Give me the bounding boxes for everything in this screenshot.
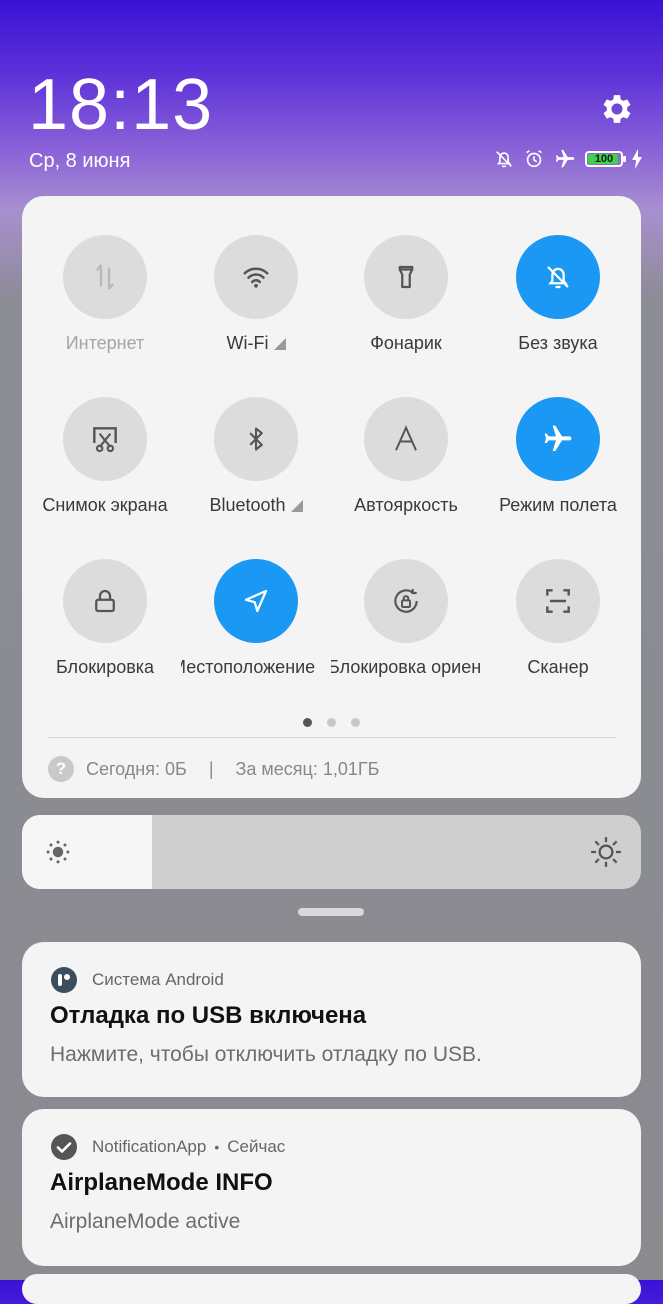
help-icon[interactable]: ? — [48, 756, 74, 782]
bluetooth-icon — [249, 427, 263, 451]
tile-circle[interactable] — [63, 235, 147, 319]
notification-airplane-info[interactable]: NotificationApp • Сейчас AirplaneMode IN… — [22, 1109, 641, 1266]
tile-flashlight[interactable]: Фонарик — [331, 235, 481, 354]
tile-label: Блокировка ориентации — [331, 657, 481, 677]
brightness-slider[interactable] — [22, 815, 641, 889]
brightness-low-icon — [46, 840, 70, 864]
data-usage-row[interactable]: ? Сегодня: 0Б | За месяц: 1,01ГБ — [48, 756, 379, 782]
tile-lock[interactable]: Блокировка — [30, 559, 180, 678]
wifi-icon — [243, 267, 269, 288]
tile-circle[interactable] — [364, 397, 448, 481]
tile-label: Автояркость — [354, 495, 458, 515]
tile-location[interactable]: Местоположение — [181, 559, 331, 678]
signal-triangle-icon — [273, 338, 286, 350]
tile-bluetooth[interactable]: Bluetooth — [181, 397, 331, 516]
auto-brightness-icon — [395, 425, 417, 451]
brightness-high-icon — [591, 837, 621, 867]
notification-usb-debugging[interactable]: Система Android Отладка по USB включена … — [22, 942, 641, 1097]
drag-handle[interactable] — [298, 908, 364, 916]
tile-label: Без звука — [518, 333, 598, 353]
status-bar-icons: 100 — [493, 148, 643, 170]
tile-label: Wi-Fi — [181, 333, 331, 354]
rotation-lock-icon — [394, 589, 418, 613]
page-dot-3[interactable] — [351, 718, 360, 727]
tile-circle[interactable] — [63, 559, 147, 643]
notification-peek[interactable] — [22, 1274, 641, 1304]
tile-circle[interactable] — [63, 397, 147, 481]
tile-auto-brightness[interactable]: Автояркость — [331, 397, 481, 516]
notification-time: Сейчас — [227, 1137, 286, 1156]
settings-gear-icon[interactable] — [598, 90, 636, 128]
tile-wifi[interactable]: Wi-Fi — [181, 235, 331, 354]
tile-circle[interactable] — [364, 235, 448, 319]
tile-circle[interactable] — [214, 397, 298, 481]
charging-icon — [632, 149, 642, 169]
silent-icon — [547, 266, 569, 289]
notification-time-separator: • — [214, 1139, 220, 1155]
notification-title: AirplaneMode INFO — [50, 1169, 273, 1196]
notification-app-name: NotificationApp — [92, 1137, 207, 1156]
signal-triangle-icon — [290, 500, 303, 512]
divider — [48, 737, 617, 738]
page-dot-1[interactable] — [303, 718, 312, 727]
notification-body: Нажмите, чтобы отключить отладку по USB. — [50, 1043, 482, 1066]
date-label[interactable]: Ср, 8 июня — [29, 150, 130, 173]
clock-time[interactable]: 18:13 — [28, 64, 213, 146]
notification-app-name: Система Android — [92, 970, 224, 989]
tile-label: Сканер — [527, 657, 589, 677]
check-circle-icon — [51, 1134, 77, 1160]
tile-scanner[interactable]: Сканер — [483, 559, 633, 678]
data-transfer-icon — [96, 264, 114, 290]
lock-icon — [95, 589, 115, 613]
location-icon — [244, 589, 268, 613]
brightness-slider-fill[interactable] — [22, 815, 152, 889]
screenshot-icon — [93, 427, 117, 453]
alarm-icon — [526, 150, 542, 168]
scanner-icon — [546, 589, 570, 613]
battery-icon: 100 — [585, 151, 626, 167]
notification-title: Отладка по USB включена — [50, 1002, 367, 1029]
tile-rotation-lock[interactable]: Блокировка ориентации — [331, 559, 481, 678]
tile-label: Фонарик — [370, 333, 442, 353]
tile-label: Снимок экрана — [42, 495, 168, 515]
flashlight-icon — [398, 265, 414, 289]
tile-label: Режим полета — [499, 495, 617, 515]
tile-label: Интернет — [65, 333, 145, 353]
airplane-icon — [544, 425, 572, 451]
tile-label: Блокировка — [55, 657, 155, 677]
mute-icon — [496, 151, 512, 168]
page-dot-2[interactable] — [327, 718, 336, 727]
tile-internet[interactable]: Интернет — [30, 235, 180, 354]
tile-circle[interactable] — [214, 235, 298, 319]
tile-label: Bluetooth — [181, 495, 331, 516]
notification-header: NotificationApp • Сейчас — [50, 1133, 285, 1161]
notification-body: AirplaneMode active — [50, 1210, 241, 1233]
usage-month: За месяц: 1,01ГБ — [235, 758, 380, 779]
tile-circle[interactable] — [516, 235, 600, 319]
quick-settings-panel: Интернет Wi-Fi Фонарик Без звука Снимок … — [22, 196, 641, 798]
usage-separator: | — [208, 758, 214, 779]
tile-label: Местоположение — [181, 657, 316, 677]
tile-circle[interactable] — [516, 559, 600, 643]
tile-silent[interactable]: Без звука — [483, 235, 633, 354]
android-system-icon — [51, 967, 77, 993]
battery-level: 100 — [594, 153, 614, 165]
notification-header: Система Android — [50, 966, 224, 994]
tile-airplane-mode[interactable]: Режим полета — [483, 397, 633, 516]
tile-circle[interactable] — [516, 397, 600, 481]
tile-circle[interactable] — [214, 559, 298, 643]
page-indicator[interactable] — [22, 718, 641, 727]
airplane-icon — [555, 149, 575, 168]
tile-screenshot[interactable]: Снимок экрана — [30, 397, 180, 516]
tile-circle[interactable] — [364, 559, 448, 643]
usage-today: Сегодня: 0Б — [86, 758, 187, 779]
